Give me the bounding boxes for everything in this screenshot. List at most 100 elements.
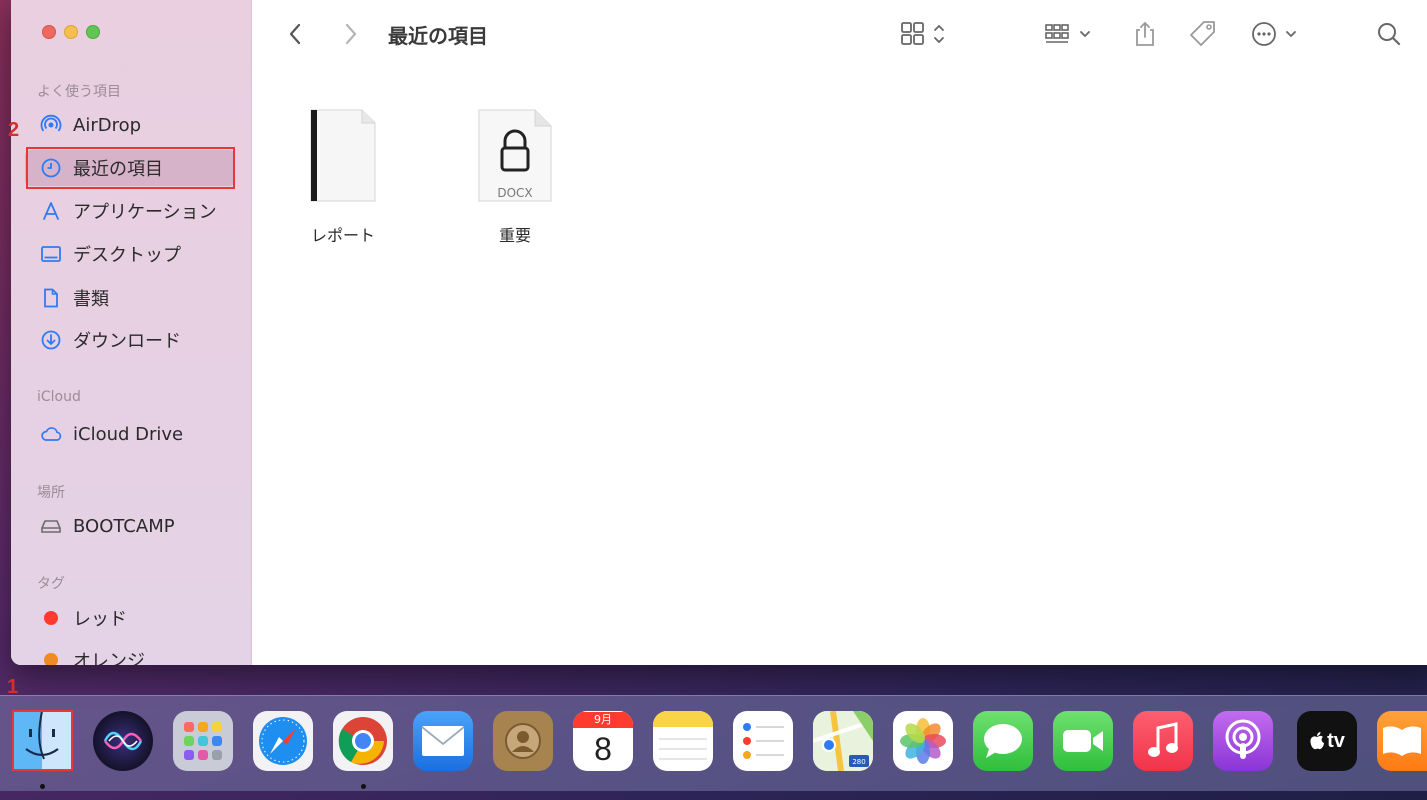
sidebar-item-downloads[interactable]: ダウンロード — [25, 322, 235, 358]
chevron-right-icon — [345, 23, 357, 45]
dock-notes[interactable] — [653, 711, 713, 771]
chrome-icon — [338, 717, 387, 765]
section-title-favorites: よく使う項目 — [37, 84, 121, 100]
step-marker-2: 2 — [8, 119, 20, 141]
section-title-icloud: iCloud — [37, 389, 81, 405]
desktop-icon — [39, 242, 63, 266]
group-button[interactable] — [1042, 17, 1102, 51]
file-name: 重要 — [498, 226, 531, 245]
section-title-tags: タグ — [37, 576, 65, 592]
window-title: 最近の項目 — [388, 24, 488, 48]
sidebar-item-label: 書類 — [73, 289, 109, 310]
sidebar-item-applications[interactable]: アプリケーション — [25, 193, 235, 229]
notes-lines-icon — [659, 738, 707, 760]
sidebar-item-label: BOOTCAMP — [73, 515, 175, 537]
search-icon — [1378, 23, 1401, 46]
toolbar: 最近の項目 — [252, 0, 1427, 68]
reminders-list-icon — [743, 723, 784, 759]
chevron-left-icon — [289, 23, 301, 45]
speech-bubble-icon — [984, 724, 1022, 758]
calendar-month: 9月 — [573, 712, 633, 728]
tag-orange-dot-icon — [39, 648, 63, 665]
dock-reminders[interactable] — [733, 711, 793, 771]
icon-view-grid-icon — [901, 22, 944, 45]
dock-calendar[interactable]: 9月 8 — [573, 711, 633, 771]
document-icon — [39, 286, 63, 310]
applications-icon — [39, 199, 63, 223]
dock-chrome[interactable] — [333, 711, 393, 771]
siri-icon — [103, 731, 143, 751]
sidebar-item-label: レッド — [73, 609, 127, 630]
airdrop-icon — [39, 113, 63, 137]
dock-safari[interactable] — [253, 711, 313, 771]
music-note-icon — [1148, 722, 1178, 757]
sidebar-item-documents[interactable]: 書類 — [25, 280, 235, 316]
dock-maps[interactable]: 280 — [813, 711, 873, 771]
envelope-icon — [421, 726, 465, 756]
contacts-icon — [505, 723, 541, 759]
group-grid-icon — [1045, 24, 1090, 43]
share-button[interactable] — [1130, 17, 1160, 51]
running-indicator — [361, 784, 366, 789]
sidebar-item-label: AirDrop — [73, 114, 142, 136]
docx-badge: DOCX — [497, 186, 533, 200]
finder-window: よく使う項目 AirDrop 最近の項目 アプリケーション デスクトップ 書類 … — [11, 0, 1427, 665]
sidebar-item-label: オレンジ — [73, 651, 145, 665]
ellipsis-circle-icon — [1252, 22, 1296, 46]
sidebar-item-label: アプリケーション — [73, 202, 217, 223]
file-item-report[interactable]: レポート — [288, 108, 398, 246]
launchpad-icon — [184, 722, 222, 760]
sidebar-item-tag-orange[interactable]: オレンジ — [25, 642, 235, 665]
dock-launchpad[interactable] — [173, 711, 233, 771]
photos-flower-icon — [900, 718, 946, 764]
maps-shield-label: 280 — [852, 758, 865, 766]
sidebar-item-desktop[interactable]: デスクトップ — [25, 236, 235, 272]
more-actions-button[interactable] — [1248, 17, 1308, 51]
dock-facetime[interactable] — [1053, 711, 1113, 771]
tags-button[interactable] — [1186, 17, 1220, 51]
document-file-icon — [310, 109, 376, 202]
file-item-important[interactable]: DOCX 重要 — [460, 108, 570, 246]
podcast-icon — [1225, 719, 1261, 759]
sidebar-item-icloud-drive[interactable]: iCloud Drive — [25, 416, 235, 452]
dock-siri[interactable] — [93, 711, 153, 771]
tag-red-dot-icon — [39, 606, 63, 630]
forward-button[interactable] — [336, 17, 366, 51]
running-indicator — [40, 784, 45, 789]
close-button[interactable] — [42, 25, 56, 39]
search-button[interactable] — [1374, 17, 1404, 51]
dock-photos[interactable] — [893, 711, 953, 771]
cloud-icon — [39, 422, 63, 446]
dock-books[interactable] — [1377, 711, 1427, 771]
calendar-day: 8 — [594, 731, 612, 767]
share-icon — [1136, 21, 1154, 46]
dock-messages[interactable] — [973, 711, 1033, 771]
sidebar-item-bootcamp[interactable]: BOOTCAMP — [25, 508, 235, 544]
file-name: レポート — [310, 226, 375, 245]
sidebar-item-tag-red[interactable]: レッド — [25, 600, 235, 636]
sidebar-item-label: ダウンロード — [73, 331, 181, 352]
window-controls — [42, 25, 100, 39]
dock-tv[interactable]: tv — [1297, 711, 1357, 771]
highlight-box-recents — [26, 147, 235, 189]
apple-logo-icon — [1310, 732, 1325, 750]
dock: 9月 8 280 tv — [0, 695, 1427, 791]
drive-icon — [39, 514, 63, 538]
back-button[interactable] — [280, 17, 310, 51]
download-icon — [39, 328, 63, 352]
dock-music[interactable] — [1133, 711, 1193, 771]
zoom-button[interactable] — [86, 25, 100, 39]
minimize-button[interactable] — [64, 25, 78, 39]
dock-podcasts[interactable] — [1213, 711, 1273, 771]
dock-contacts[interactable] — [493, 711, 553, 771]
notes-header-band — [653, 711, 713, 727]
section-title-locations: 場所 — [37, 485, 65, 501]
dock-mail[interactable] — [413, 711, 473, 771]
sidebar-item-label: デスクトップ — [73, 245, 181, 266]
view-mode-button[interactable] — [898, 17, 954, 51]
tv-label: tv — [1327, 729, 1345, 752]
sidebar-item-airdrop[interactable]: AirDrop — [25, 107, 235, 143]
video-camera-icon — [1063, 730, 1103, 752]
safari-compass-icon — [259, 717, 307, 765]
sidebar: よく使う項目 AirDrop 最近の項目 アプリケーション デスクトップ 書類 … — [11, 0, 252, 665]
